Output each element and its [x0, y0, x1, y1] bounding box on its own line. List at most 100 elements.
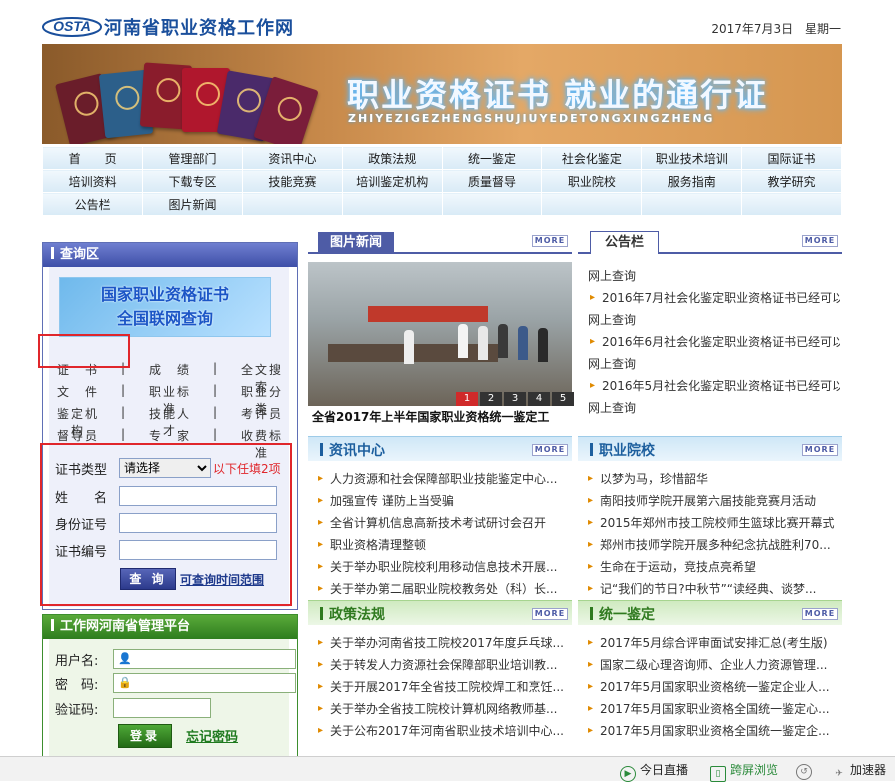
list-item[interactable]: 2017年5月国家职业资格全国统一鉴定企...: [586, 720, 840, 742]
photo-news-more-button[interactable]: MORE: [532, 235, 568, 247]
nav-training-institutions[interactable]: 培训鉴定机构: [341, 169, 443, 193]
list-item[interactable]: 网上查询: [588, 397, 840, 419]
photo-caption[interactable]: 全省2017年上半年国家职业资格统一鉴定工: [312, 408, 574, 425]
list-item[interactable]: 关于开展2017年全省技工院校焊工和烹饪...: [316, 676, 572, 698]
notice-more-button[interactable]: MORE: [802, 235, 838, 247]
site-logo[interactable]: OSTA 河南省职业资格工作网: [42, 10, 302, 40]
top-banner: 职业资格证书 就业的通行证 ZHIYEZIGEZHENGSHUJIUYEDETO…: [42, 44, 842, 144]
photo-news-tab[interactable]: 图片新闻: [318, 232, 395, 254]
nav-home[interactable]: 首 页: [41, 146, 144, 170]
query-time-range-link[interactable]: 可查询时间范围: [180, 571, 264, 588]
query-link-standards[interactable]: 职业标准: [147, 383, 193, 416]
login-button[interactable]: 登录: [118, 724, 172, 748]
photo-page-1[interactable]: 1: [456, 392, 478, 406]
list-item[interactable]: 2017年5月国家职业资格全国统一鉴定心...: [586, 698, 840, 720]
list-item[interactable]: 郑州市技师学院开展多种纪念抗战胜利70...: [586, 534, 840, 556]
list-item[interactable]: 关于转发人力资源社会保障部职业培训教...: [316, 654, 572, 676]
site-name: 河南省职业资格工作网: [104, 18, 294, 39]
list-item[interactable]: 职业资格清理整顿: [316, 534, 572, 556]
query-link-institutions[interactable]: 鉴定机构: [55, 405, 101, 438]
national-cert-query-banner[interactable]: 国家职业资格证书 全国联网查询: [59, 277, 271, 337]
appraisal-more-button[interactable]: MORE: [802, 608, 838, 620]
password-input[interactable]: [113, 673, 296, 693]
nav-vocational-schools[interactable]: 职业院校: [541, 169, 643, 193]
list-item[interactable]: 记“我们的节日?中秋节”“读经典、谈梦...: [586, 578, 840, 600]
photo-page-3[interactable]: 3: [504, 392, 526, 406]
main-nav: 首 页 管理部门 资讯中心 政策法规 统一鉴定 社会化鉴定 职业技术培训 国际证…: [41, 146, 842, 216]
list-item[interactable]: 人力资源和社会保障部职业技能鉴定中心...: [316, 468, 572, 490]
list-item[interactable]: 关于公布2017年河南省职业技术培训中心...: [316, 720, 572, 742]
nav-skill-competition[interactable]: 技能竞赛: [241, 169, 343, 193]
list-item[interactable]: 2015年郑州市技工院校师生篮球比赛开幕式: [586, 512, 840, 534]
password-label: 密 码:: [55, 677, 99, 693]
nav-quality-supervision[interactable]: 质量督导: [441, 169, 543, 193]
nav-teaching-research[interactable]: 教学研究: [741, 169, 842, 193]
photo-page-4[interactable]: 4: [528, 392, 550, 406]
captcha-input[interactable]: [113, 698, 211, 718]
banner-pinyin: ZHIYEZIGEZHENGSHUJIUYEDETONGXINGZHENG: [348, 112, 715, 125]
nav-vocational-training[interactable]: 职业技术培训: [641, 146, 743, 170]
username-input[interactable]: [113, 649, 296, 669]
query-link-documents[interactable]: 文 件: [55, 383, 101, 405]
history-icon[interactable]: ↺: [796, 761, 816, 780]
live-button[interactable]: ▶ 今日直播: [620, 761, 688, 782]
query-link-fulltext[interactable]: 全文搜索: [239, 361, 285, 394]
schools-title[interactable]: 职业院校: [590, 440, 655, 460]
list-item[interactable]: 关于举办职业院校利用移动信息技术开展...: [316, 556, 572, 578]
policy-more-button[interactable]: MORE: [532, 608, 568, 620]
notice-tab[interactable]: 公告栏: [590, 231, 660, 254]
photo-news-image[interactable]: [308, 262, 572, 406]
highlight-box: [38, 334, 130, 368]
nav-service-guide[interactable]: 服务指南: [641, 169, 743, 193]
nav-social-appraisal[interactable]: 社会化鉴定: [541, 146, 643, 170]
accelerator-button[interactable]: ✈ 加速器: [832, 761, 886, 781]
forgot-password-link[interactable]: 忘记密码: [186, 726, 238, 745]
query-banner-line1: 国家职业资格证书: [100, 285, 229, 304]
nav-news-center[interactable]: 资讯中心: [241, 146, 343, 170]
list-item[interactable]: 南阳技师学院开展第六届技能竞赛月活动: [586, 490, 840, 512]
list-item[interactable]: 网上查询: [588, 265, 840, 287]
list-item[interactable]: 2017年5月综合评审面试安排汇总(考生版): [586, 632, 840, 654]
news-center-header: 资讯中心 MORE: [308, 436, 572, 461]
list-item[interactable]: 关于举办全省技工院校计算机网络教师基...: [316, 698, 572, 720]
nav-international-cert[interactable]: 国际证书: [741, 146, 842, 170]
list-item[interactable]: 2016年6月社会化鉴定职业资格证书已经可以: [588, 331, 840, 353]
nav-admin-dept[interactable]: 管理部门: [142, 146, 243, 170]
nav-downloads[interactable]: 下载专区: [142, 169, 243, 193]
schools-more-button[interactable]: MORE: [802, 444, 838, 456]
list-item[interactable]: 2017年5月国家职业资格统一鉴定企业人...: [586, 676, 840, 698]
query-link-score[interactable]: 成 绩: [147, 361, 193, 383]
list-item[interactable]: 生命在于运动，竞技点亮希望: [586, 556, 840, 578]
news-center-title[interactable]: 资讯中心: [320, 440, 385, 460]
appraisal-title[interactable]: 统一鉴定: [590, 604, 655, 624]
nav-policy[interactable]: 政策法规: [341, 146, 443, 170]
photo-page-5[interactable]: 5: [552, 392, 574, 406]
query-link-skilled-talent[interactable]: 技能人才: [147, 405, 193, 438]
news-center-more-button[interactable]: MORE: [532, 444, 568, 456]
cross-screen-button[interactable]: ▯ 跨屏浏览: [710, 761, 778, 782]
photo-page-2[interactable]: 2: [480, 392, 502, 406]
nav-empty: [441, 192, 543, 216]
query-link-classification[interactable]: 职业分类: [239, 383, 285, 416]
list-item[interactable]: 以梦为马，珍惜韶华: [586, 468, 840, 490]
policy-title[interactable]: 政策法规: [320, 604, 385, 624]
list-item[interactable]: 全省计算机信息高新技术考试研讨会召开: [316, 512, 572, 534]
nav-unified-appraisal[interactable]: 统一鉴定: [441, 146, 543, 170]
list-item[interactable]: 2016年5月社会化鉴定职业资格证书已经可以: [588, 375, 840, 397]
nav-empty: [541, 192, 643, 216]
list-item[interactable]: 加强宣传 谨防上当受骗: [316, 490, 572, 512]
list-item[interactable]: 网上查询: [588, 353, 840, 375]
nav-notice-board[interactable]: 公告栏: [41, 192, 144, 216]
list-item[interactable]: 关于举办第二届职业院校教务处（科）长...: [316, 578, 572, 600]
list-item[interactable]: 网上查询: [588, 309, 840, 331]
list-item[interactable]: 国家二级心理咨询师、企业人力资源管理...: [586, 654, 840, 676]
nav-empty: [641, 192, 743, 216]
query-submit-button[interactable]: 查 询: [120, 568, 176, 590]
appraisal-list: 2017年5月综合评审面试安排汇总(考生版) 国家二级心理咨询师、企业人力资源管…: [586, 632, 840, 742]
nav-photo-news[interactable]: 图片新闻: [142, 192, 243, 216]
list-item[interactable]: 2016年7月社会化鉴定职业资格证书已经可以: [588, 287, 840, 309]
nav-training-materials[interactable]: 培训资料: [41, 169, 144, 193]
nav-empty: [241, 192, 343, 216]
list-item[interactable]: 关于举办河南省技工院校2017年度乒乓球...: [316, 632, 572, 654]
query-link-examiners[interactable]: 考评员: [239, 405, 285, 427]
